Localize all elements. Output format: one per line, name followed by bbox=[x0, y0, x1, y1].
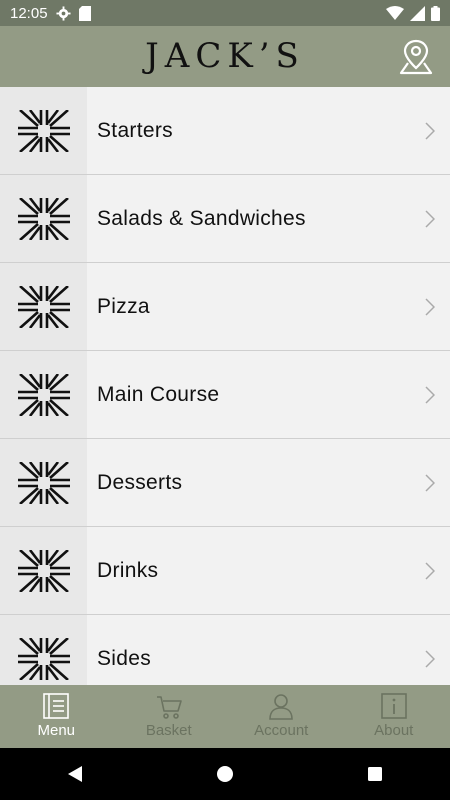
nav-account[interactable]: Account bbox=[225, 685, 338, 748]
nav-about[interactable]: About bbox=[338, 685, 450, 748]
category-row-main-course[interactable]: Main Course bbox=[0, 351, 450, 439]
status-bar: 12:05 bbox=[0, 0, 450, 26]
signal-icon bbox=[410, 5, 425, 21]
union-jack-icon bbox=[17, 197, 70, 240]
category-icon-box bbox=[0, 439, 87, 526]
back-icon[interactable] bbox=[65, 764, 85, 784]
category-label: Sides bbox=[97, 646, 152, 670]
category-label: Main Course bbox=[97, 382, 220, 406]
nav-menu[interactable]: Menu bbox=[0, 685, 113, 748]
category-icon-box bbox=[0, 527, 87, 614]
category-row-sides[interactable]: Sides bbox=[0, 615, 450, 685]
chevron-right-icon bbox=[410, 385, 450, 404]
status-left: 12:05 bbox=[10, 5, 91, 22]
location-button[interactable] bbox=[398, 38, 434, 76]
cart-icon bbox=[156, 696, 182, 719]
nav-label: About bbox=[374, 722, 414, 739]
menu-category-list: Starters Salads & Sandwiches Pizza Main … bbox=[0, 87, 450, 685]
sd-card-icon bbox=[78, 5, 91, 21]
category-row-salads-sandwiches[interactable]: Salads & Sandwiches bbox=[0, 175, 450, 263]
wifi-icon bbox=[386, 5, 404, 20]
bottom-navigation: Menu Basket Account About bbox=[0, 685, 450, 748]
settings-icon bbox=[56, 5, 71, 21]
recents-icon[interactable] bbox=[365, 764, 385, 784]
category-icon-box bbox=[0, 351, 87, 438]
category-row-starters[interactable]: Starters bbox=[0, 87, 450, 175]
chevron-right-icon bbox=[410, 649, 450, 668]
category-icon-box bbox=[0, 87, 87, 174]
union-jack-icon bbox=[17, 549, 70, 592]
union-jack-icon bbox=[17, 637, 70, 680]
category-icon-box bbox=[0, 175, 87, 262]
status-right bbox=[386, 5, 440, 21]
union-jack-icon bbox=[17, 461, 70, 504]
status-time: 12:05 bbox=[10, 4, 48, 22]
chevron-right-icon bbox=[410, 473, 450, 492]
app-header: JACK’S bbox=[0, 26, 450, 87]
category-row-pizza[interactable]: Pizza bbox=[0, 263, 450, 351]
category-row-drinks[interactable]: Drinks bbox=[0, 527, 450, 615]
category-label: Drinks bbox=[97, 558, 159, 582]
category-label: Desserts bbox=[97, 470, 183, 494]
category-label: Salads & Sandwiches bbox=[97, 206, 306, 230]
battery-icon bbox=[431, 5, 440, 21]
union-jack-icon bbox=[17, 109, 70, 152]
system-navigation-bar bbox=[0, 748, 450, 800]
location-pin-icon bbox=[399, 39, 433, 75]
union-jack-icon bbox=[17, 285, 70, 328]
category-icon-box bbox=[0, 615, 87, 685]
category-row-desserts[interactable]: Desserts bbox=[0, 439, 450, 527]
home-icon[interactable] bbox=[215, 764, 235, 784]
category-icon-box bbox=[0, 263, 87, 350]
jacks-logo: JACK’S bbox=[145, 36, 305, 76]
category-label: Starters bbox=[97, 118, 173, 142]
menu-book-icon bbox=[43, 693, 70, 719]
chevron-right-icon bbox=[410, 561, 450, 580]
chevron-right-icon bbox=[410, 121, 450, 140]
nav-label: Menu bbox=[37, 722, 76, 739]
nav-label: Account bbox=[254, 722, 309, 739]
info-icon bbox=[380, 693, 407, 719]
nav-basket[interactable]: Basket bbox=[113, 685, 226, 748]
category-label: Pizza bbox=[97, 294, 150, 318]
chevron-right-icon bbox=[410, 209, 450, 228]
nav-label: Basket bbox=[145, 722, 192, 739]
union-jack-icon bbox=[17, 373, 70, 416]
chevron-right-icon bbox=[410, 297, 450, 316]
person-icon bbox=[269, 694, 294, 720]
